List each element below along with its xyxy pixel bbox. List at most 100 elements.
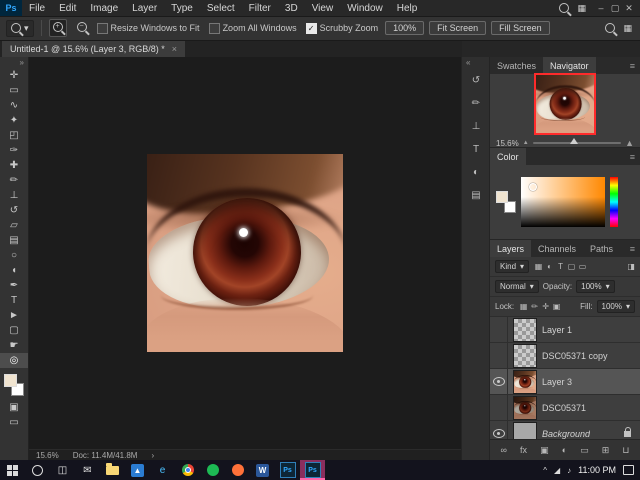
clone-stamp-tool[interactable]: ⊥	[0, 188, 28, 203]
taskbar-chrome[interactable]	[175, 460, 200, 480]
menu-3d[interactable]: 3D	[278, 0, 305, 16]
taskbar-firefox[interactable]	[225, 460, 250, 480]
layer-row-dsc05371[interactable]: DSC05371	[490, 395, 640, 421]
navigator-zoom-value[interactable]: 15.6%	[496, 139, 519, 148]
shape-layer-filter-icon[interactable]: ▢	[566, 262, 577, 271]
menu-layer[interactable]: Layer	[125, 0, 164, 16]
screen-mode-button[interactable]: ▭	[0, 415, 28, 430]
blur-tool[interactable]: ○	[0, 248, 28, 263]
tab-navigator[interactable]: Navigator	[543, 57, 596, 74]
eyedropper-tool[interactable]: ✑	[0, 143, 28, 158]
panel-menu-icon[interactable]: ≡	[630, 57, 640, 74]
current-tool-preview[interactable]: ▾	[6, 19, 34, 37]
tab-channels[interactable]: Channels	[531, 240, 583, 257]
rectangle-tool[interactable]: ▢	[0, 323, 28, 338]
taskbar-photoshop[interactable]: Ps	[275, 460, 300, 480]
dodge-tool[interactable]: ◖	[0, 263, 28, 278]
close-button[interactable]: ✕	[622, 3, 636, 14]
expand-panel-icon[interactable]: »	[20, 57, 28, 68]
fit-screen-button[interactable]: Fit Screen	[429, 21, 487, 35]
search-icon[interactable]	[559, 3, 570, 13]
layer-effects-icon[interactable]: fx	[520, 445, 527, 455]
layer-thumbnail[interactable]	[513, 395, 537, 420]
info-icon[interactable]: ▤	[465, 185, 487, 206]
status-zoom-level[interactable]: 15.6%	[36, 451, 59, 460]
taskbar-edge[interactable]: e	[150, 460, 175, 480]
saturation-brightness-picker[interactable]	[521, 177, 605, 227]
eraser-tool[interactable]: ▱	[0, 218, 28, 233]
layer-thumbnail[interactable]	[513, 343, 537, 368]
checkbox-resize-windows-to-fit[interactable]: Resize Windows to Fit	[96, 22, 200, 34]
tab-paths[interactable]: Paths	[583, 240, 620, 257]
menu-filter[interactable]: Filter	[242, 0, 278, 16]
zoom-tool[interactable]: ◎	[0, 353, 28, 368]
blend-mode-dropdown[interactable]: Normal ▾	[495, 280, 539, 293]
menu-file[interactable]: File	[22, 0, 52, 16]
taskbar-photoshop-active[interactable]: Ps	[300, 460, 325, 480]
tab-swatches[interactable]: Swatches	[490, 57, 543, 74]
fill-screen-button[interactable]: Fill Screen	[491, 21, 550, 35]
visibility-toggle[interactable]	[490, 369, 508, 394]
foreground-color-swatch[interactable]	[496, 191, 508, 203]
layer-group-icon[interactable]: ▭	[580, 445, 589, 456]
layer-thumbnail[interactable]	[513, 317, 537, 342]
taskbar-search[interactable]	[25, 460, 50, 480]
menu-edit[interactable]: Edit	[52, 0, 83, 16]
spot-healing-brush-tool[interactable]: ✚	[0, 158, 28, 173]
path-selection-tool[interactable]: ►	[0, 308, 28, 323]
status-doc-size[interactable]: Doc: 11.4M/41.8M	[73, 451, 138, 460]
lock-transparent-pixels-icon[interactable]: ▦	[518, 302, 529, 311]
foreground-color-swatch[interactable]	[4, 374, 17, 387]
menu-window[interactable]: Window	[340, 0, 390, 16]
tab-layers[interactable]: Layers	[490, 240, 532, 257]
lock-artboard-icon[interactable]: ▣	[551, 302, 562, 311]
visibility-toggle[interactable]	[490, 317, 508, 342]
smart-object-filter-icon[interactable]: ▭	[577, 262, 588, 271]
taskbar-photos[interactable]: ▲	[125, 460, 150, 480]
layer-thumbnail[interactable]	[513, 369, 537, 394]
hand-tool[interactable]: ☛	[0, 338, 28, 353]
menu-help[interactable]: Help	[390, 0, 425, 16]
close-icon[interactable]: ×	[172, 44, 177, 54]
filter-toggle-icon[interactable]: ◨	[627, 262, 635, 271]
type-layer-filter-icon[interactable]: T	[555, 262, 566, 271]
lock-image-pixels-icon[interactable]: ✏	[529, 302, 540, 311]
visibility-toggle[interactable]	[490, 343, 508, 368]
checkbox-scrubby-zoom[interactable]: ✓ Scrubby Zoom	[305, 22, 378, 34]
canvas-artwork[interactable]	[147, 154, 343, 352]
hue-strip[interactable]	[610, 177, 618, 227]
new-layer-icon[interactable]: ⊞	[602, 445, 610, 456]
brush-tool[interactable]: ✏	[0, 173, 28, 188]
workspace-icon[interactable]: ▦	[577, 3, 586, 14]
link-layers-icon[interactable]: ∞	[501, 445, 507, 455]
layer-row-background[interactable]: Background	[490, 421, 640, 439]
layer-row-dsc05371-copy[interactable]: DSC05371 copy	[490, 343, 640, 369]
100-button[interactable]: 100%	[385, 21, 425, 35]
history-brush-tool[interactable]: ↺	[0, 203, 28, 218]
navigator-zoom-slider[interactable]	[532, 138, 622, 144]
zoom-out-small-icon[interactable]: ▲	[523, 140, 529, 146]
layer-row-layer-1[interactable]: Layer 1	[490, 317, 640, 343]
visibility-toggle[interactable]	[490, 421, 508, 439]
checkbox-zoom-all-windows[interactable]: Zoom All Windows	[208, 22, 297, 34]
taskbar-start[interactable]	[0, 460, 25, 480]
layer-mask-icon[interactable]: ▣	[540, 445, 549, 456]
gradient-tool[interactable]: ▤	[0, 233, 28, 248]
canvas-area[interactable]	[28, 57, 462, 449]
taskbar-file-explorer[interactable]	[100, 460, 125, 480]
layer-filter-dropdown[interactable]: Kind ▾	[495, 260, 530, 273]
status-expand-icon[interactable]: ›	[151, 451, 154, 460]
menu-image[interactable]: Image	[83, 0, 125, 16]
zoom-in-large-icon[interactable]: ▲	[625, 138, 634, 148]
taskbar-clock[interactable]: 11:00 PM	[578, 465, 616, 475]
panel-menu-icon[interactable]: ≡	[630, 148, 640, 165]
taskbar-mail[interactable]: ✉	[75, 460, 100, 480]
menu-select[interactable]: Select	[200, 0, 242, 16]
menu-view[interactable]: View	[305, 0, 341, 16]
history-icon[interactable]: ↺	[465, 70, 487, 91]
delete-layer-icon[interactable]: ⊔	[622, 445, 629, 456]
zoom-out-button[interactable]: −	[74, 20, 90, 36]
lock-position-icon[interactable]: ✛	[540, 302, 551, 311]
tab-color[interactable]: Color	[490, 148, 526, 165]
color-picker-cursor[interactable]	[529, 183, 537, 191]
